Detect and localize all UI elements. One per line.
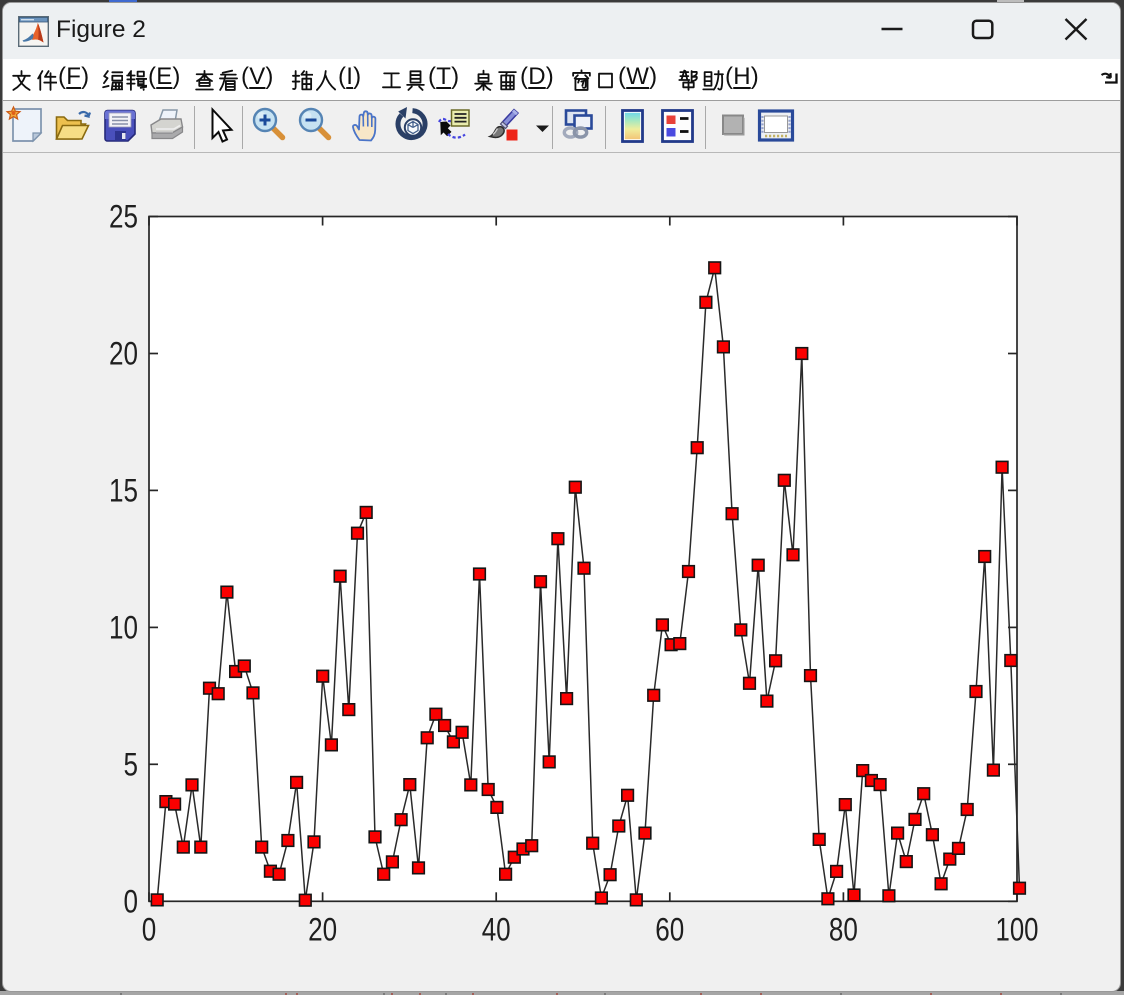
- svg-text:10: 10: [109, 609, 138, 645]
- svg-text:60: 60: [655, 912, 684, 948]
- svg-text:15: 15: [109, 472, 138, 508]
- svg-text:20: 20: [308, 912, 337, 948]
- svg-text:40: 40: [482, 912, 511, 948]
- svg-text:25: 25: [109, 199, 138, 235]
- svg-text:5: 5: [124, 746, 139, 782]
- svg-text:0: 0: [124, 883, 139, 919]
- svg-text:80: 80: [829, 912, 858, 948]
- svg-text:100: 100: [996, 912, 1039, 948]
- svg-text:0: 0: [142, 912, 157, 948]
- svg-text:20: 20: [109, 336, 138, 372]
